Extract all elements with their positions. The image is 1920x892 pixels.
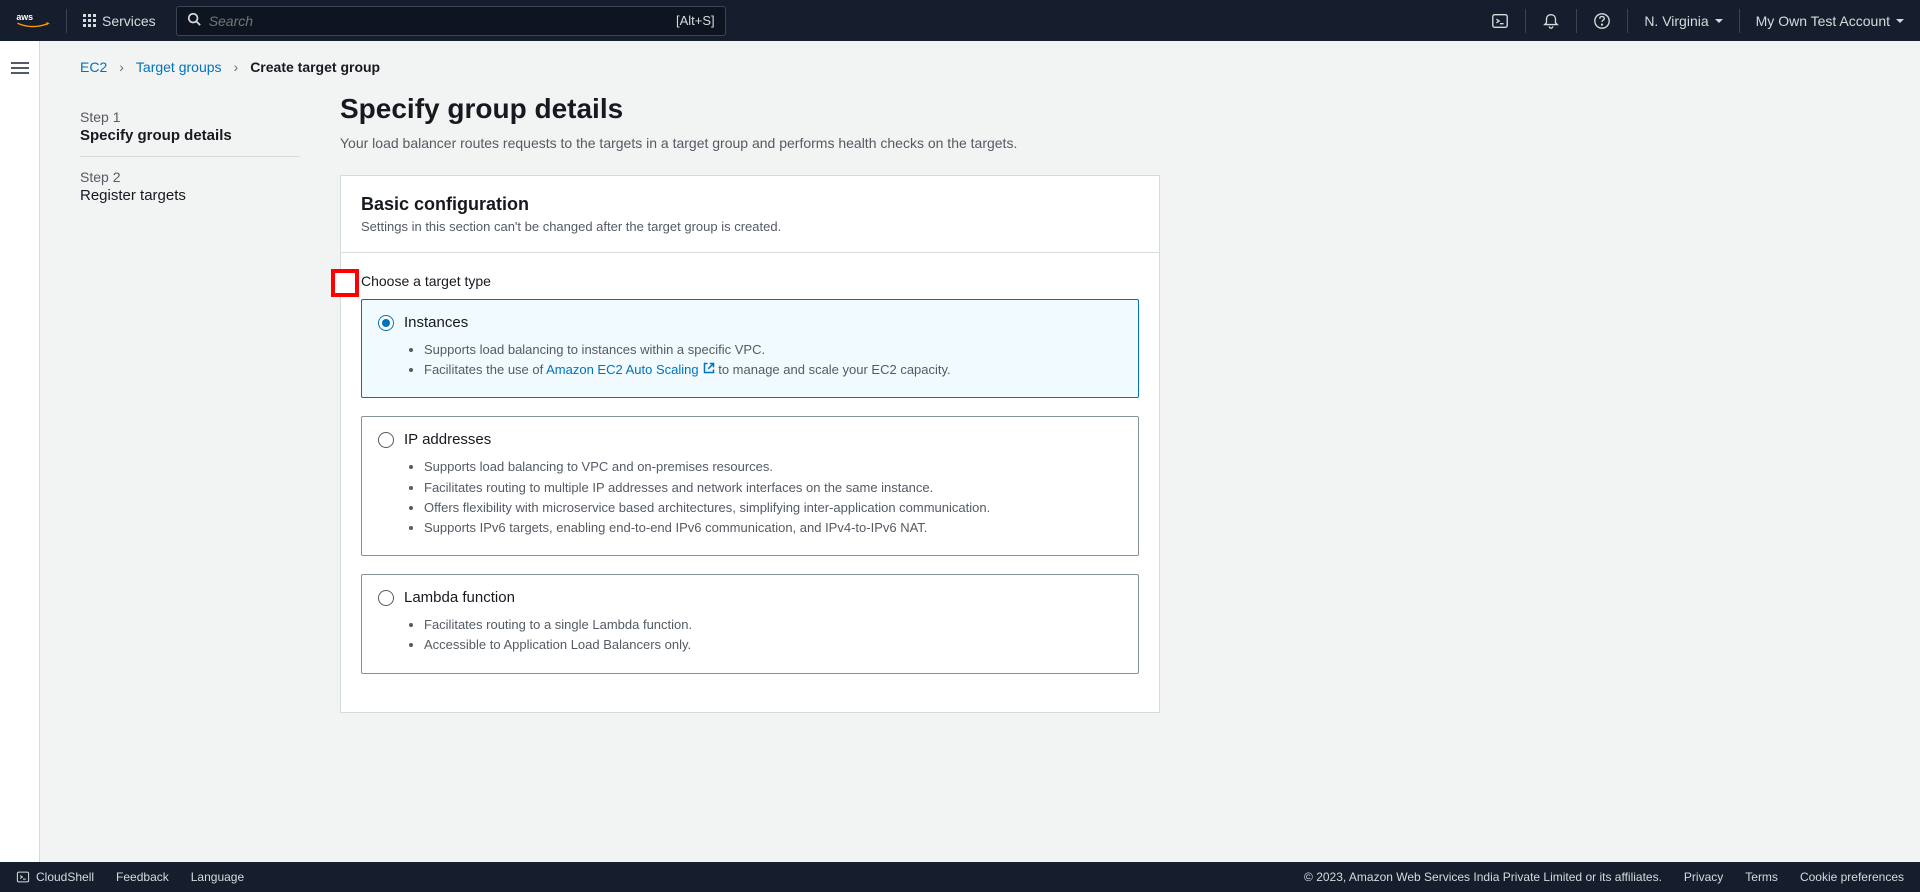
breadcrumb-target-groups[interactable]: Target groups xyxy=(136,59,222,75)
panel-header: Basic configuration Settings in this sec… xyxy=(341,176,1159,253)
step-2[interactable]: Step 2 Register targets xyxy=(80,156,300,216)
language-link[interactable]: Language xyxy=(191,870,244,884)
chevron-right-icon: › xyxy=(234,59,239,75)
bullet: Supports load balancing to instances wit… xyxy=(424,341,1122,359)
svg-text:aws: aws xyxy=(16,11,33,21)
bullet: Facilitates the use of Amazon EC2 Auto S… xyxy=(424,361,1122,379)
search-icon xyxy=(187,12,201,29)
notifications-icon[interactable] xyxy=(1542,12,1560,30)
page-subtitle: Your load balancer routes requests to th… xyxy=(340,135,1160,151)
services-menu-button[interactable]: Services xyxy=(83,13,156,29)
caret-down-icon xyxy=(1715,19,1723,23)
steps-nav: Step 1 Specify group details Step 2 Regi… xyxy=(80,93,300,713)
panel-body: Choose a target type Instances Supports … xyxy=(341,253,1159,712)
choice-header: Instances xyxy=(378,314,1122,331)
divider xyxy=(1576,9,1577,33)
feedback-link[interactable]: Feedback xyxy=(116,870,169,884)
content-area: EC2 › Target groups › Create target grou… xyxy=(40,41,1920,862)
panel-help-text: Settings in this section can't be change… xyxy=(361,219,1139,234)
radio-lambda[interactable] xyxy=(378,590,394,606)
target-type-ip-addresses[interactable]: IP addresses Supports load balancing to … xyxy=(361,416,1139,556)
copyright-text: © 2023, Amazon Web Services India Privat… xyxy=(1304,870,1662,884)
caret-down-icon xyxy=(1896,19,1904,23)
topbar-right: N. Virginia My Own Test Account xyxy=(1491,9,1904,33)
bullet-text: Facilitates the use of xyxy=(424,362,546,377)
bullet-text: to manage and scale your EC2 capacity. xyxy=(715,362,951,377)
page-title: Specify group details xyxy=(340,93,1160,125)
page-body: Step 1 Specify group details Step 2 Regi… xyxy=(40,93,1920,753)
top-navbar: aws Services [Alt+S] N. Virginia My Own xyxy=(0,0,1920,41)
radio-ip[interactable] xyxy=(378,432,394,448)
region-selector[interactable]: N. Virginia xyxy=(1644,13,1722,29)
account-selector[interactable]: My Own Test Account xyxy=(1756,13,1904,29)
bullet: Offers flexibility with microservice bas… xyxy=(424,499,1122,517)
region-label: N. Virginia xyxy=(1644,13,1708,29)
divider xyxy=(1627,9,1628,33)
cloudshell-top-icon[interactable] xyxy=(1491,12,1509,30)
target-type-lambda[interactable]: Lambda function Facilitates routing to a… xyxy=(361,574,1139,673)
footer-right: © 2023, Amazon Web Services India Privat… xyxy=(1304,870,1904,884)
choice-bullets: Supports load balancing to instances wit… xyxy=(424,341,1122,379)
sidebar-toggle-button[interactable] xyxy=(11,59,29,77)
bullet: Accessible to Application Load Balancers… xyxy=(424,636,1122,654)
step-1[interactable]: Step 1 Specify group details xyxy=(80,97,300,156)
choice-header: Lambda function xyxy=(378,589,1122,606)
help-icon[interactable] xyxy=(1593,12,1611,30)
chevron-right-icon: › xyxy=(119,59,124,75)
search-shortcut-hint: [Alt+S] xyxy=(676,13,715,28)
bullet: Facilitates routing to a single Lambda f… xyxy=(424,616,1122,634)
link-text: Amazon EC2 Auto Scaling xyxy=(546,362,698,377)
aws-logo[interactable]: aws xyxy=(16,11,50,31)
privacy-link[interactable]: Privacy xyxy=(1684,870,1723,884)
services-grid-icon xyxy=(83,14,96,27)
main-column: Specify group details Your load balancer… xyxy=(340,93,1160,713)
choice-header: IP addresses xyxy=(378,431,1122,448)
breadcrumb-ec2[interactable]: EC2 xyxy=(80,59,107,75)
step-title: Specify group details xyxy=(80,127,300,144)
choice-title: Instances xyxy=(404,314,468,331)
bullet: Supports IPv6 targets, enabling end-to-e… xyxy=(424,519,1122,537)
cloudshell-button[interactable]: CloudShell xyxy=(16,870,94,884)
step-number: Step 1 xyxy=(80,109,300,125)
breadcrumb: EC2 › Target groups › Create target grou… xyxy=(40,41,1920,93)
step-title: Register targets xyxy=(80,187,300,204)
divider xyxy=(66,9,67,33)
choice-title: Lambda function xyxy=(404,589,515,606)
divider xyxy=(1739,9,1740,33)
bullet: Facilitates routing to multiple IP addre… xyxy=(424,479,1122,497)
target-type-instances[interactable]: Instances Supports load balancing to ins… xyxy=(361,299,1139,398)
panel-title: Basic configuration xyxy=(361,194,1139,215)
search-input[interactable] xyxy=(201,13,676,29)
divider xyxy=(1525,9,1526,33)
footer-bar: CloudShell Feedback Language © 2023, Ama… xyxy=(0,862,1920,892)
left-rail xyxy=(0,41,40,862)
bullet: Supports load balancing to VPC and on-pr… xyxy=(424,458,1122,476)
annotation-marker xyxy=(331,269,359,297)
auto-scaling-link[interactable]: Amazon EC2 Auto Scaling xyxy=(546,362,714,377)
cloudshell-label: CloudShell xyxy=(36,870,94,884)
external-link-icon xyxy=(703,361,715,379)
target-type-label: Choose a target type xyxy=(361,273,1139,289)
radio-instances[interactable] xyxy=(378,315,394,331)
basic-configuration-panel: Basic configuration Settings in this sec… xyxy=(340,175,1160,713)
choice-bullets: Facilitates routing to a single Lambda f… xyxy=(424,616,1122,654)
services-label: Services xyxy=(102,13,156,29)
global-search[interactable]: [Alt+S] xyxy=(176,6,726,36)
breadcrumb-current: Create target group xyxy=(250,59,380,75)
cookie-preferences-link[interactable]: Cookie preferences xyxy=(1800,870,1904,884)
footer-left: CloudShell Feedback Language xyxy=(16,870,244,884)
choice-title: IP addresses xyxy=(404,431,491,448)
choice-bullets: Supports load balancing to VPC and on-pr… xyxy=(424,458,1122,537)
main-wrap: EC2 › Target groups › Create target grou… xyxy=(0,41,1920,862)
step-number: Step 2 xyxy=(80,169,300,185)
account-label: My Own Test Account xyxy=(1756,13,1890,29)
terms-link[interactable]: Terms xyxy=(1745,870,1778,884)
